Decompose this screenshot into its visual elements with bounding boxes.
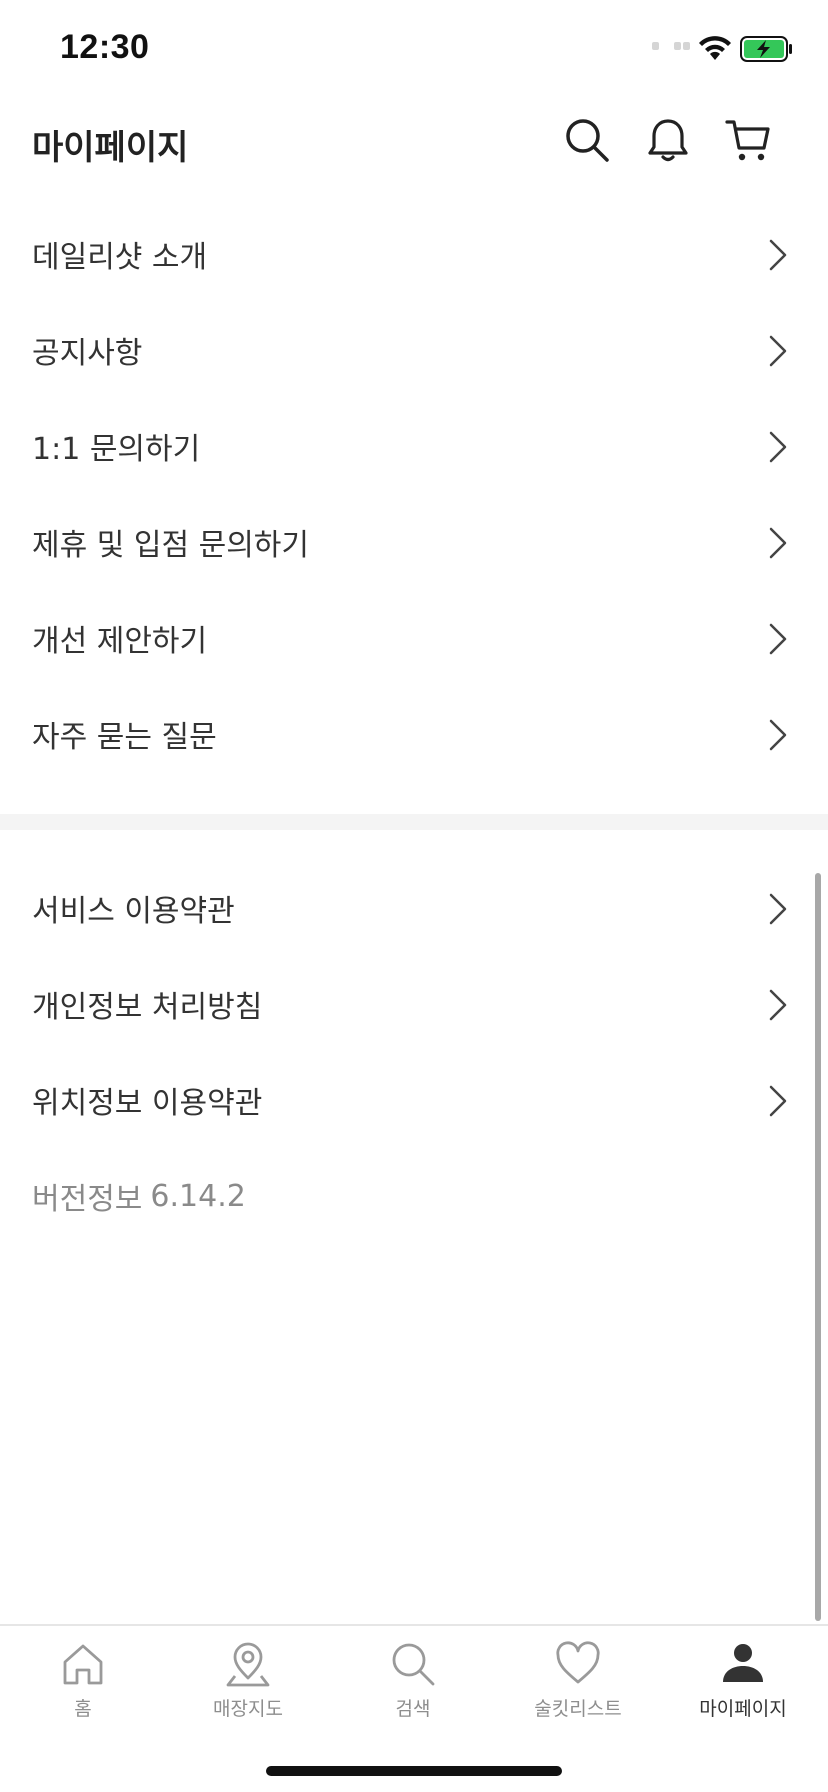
tab-label: 검색 [395,1698,431,1720]
menu-item-label: 공지사항 [32,336,143,371]
menu-item-label: 서비스 이용약관 [32,894,235,929]
menu-item-label: 개인정보 처리방침 [32,990,263,1025]
menu-item-about[interactable]: 데일리샷 소개 [0,206,828,302]
menu-item-notice[interactable]: 공지사항 [0,302,828,398]
menu-item-label: 1:1 문의하기 [32,432,201,467]
chevron-right-icon [769,335,787,367]
chevron-right-icon [769,623,787,655]
version-value: 6.14.2 [150,1178,246,1214]
section-divider [0,814,828,830]
menu-item-label: 데일리샷 소개 [32,240,208,275]
menu-item-suggestion[interactable]: 개선 제안하기 [0,590,828,686]
page-title: 마이페이지 [32,128,189,168]
tab-bucket-list[interactable]: 술킷리스트 [508,1640,648,1740]
tab-label: 술킷리스트 [534,1698,622,1720]
cart-icon[interactable] [724,116,772,164]
menu-item-label: 위치정보 이용약관 [32,1086,263,1121]
tab-label: 마이페이지 [699,1698,787,1720]
menu-item-label: 자주 묻는 질문 [32,720,217,755]
version-info: 버전정보 6.14.2 [0,1148,828,1244]
chevron-right-icon [769,239,787,271]
home-icon [63,1644,103,1685]
map-pin-icon [226,1642,270,1687]
app-header: 마이페이지 [0,100,828,200]
tab-label: 매장지도 [213,1698,283,1720]
search-icon[interactable] [563,116,611,164]
chevron-right-icon [769,989,787,1021]
tab-search[interactable]: 검색 [343,1640,483,1740]
menu-item-privacy-policy[interactable]: 개인정보 처리방침 [0,956,828,1052]
heart-icon [556,1641,600,1684]
search-icon [392,1643,435,1686]
status-time: 12:30 [60,28,150,66]
bell-icon[interactable] [644,116,692,164]
chevron-right-icon [769,527,787,559]
chevron-right-icon [769,719,787,751]
tab-my-page[interactable]: 마이페이지 [673,1640,813,1740]
my-page-screen: 12:30 마이페이지 데일리샷 소개 공지사항 1:1 문의하기 제휴 및 입… [0,0,828,1792]
tab-home[interactable]: 홈 [13,1640,153,1740]
version-label: 버전정보 [32,1182,143,1217]
menu-item-location-terms[interactable]: 위치정보 이용약관 [0,1052,828,1148]
person-icon [723,1644,763,1682]
scrollbar[interactable] [815,873,821,1621]
tab-store-map[interactable]: 매장지도 [178,1640,318,1740]
status-bar: 12:30 [0,0,828,100]
menu-item-partnership-inquiry[interactable]: 제휴 및 입점 문의하기 [0,494,828,590]
menu-item-one-on-one-inquiry[interactable]: 1:1 문의하기 [0,398,828,494]
menu-item-faq[interactable]: 자주 묻는 질문 [0,686,828,782]
chevron-right-icon [769,431,787,463]
menu-group-support: 데일리샷 소개 공지사항 1:1 문의하기 제휴 및 입점 문의하기 개선 제안… [0,206,828,782]
menu-group-legal: 서비스 이용약관 개인정보 처리방침 위치정보 이용약관 버전정보 6.14.2 [0,860,828,1244]
wifi-icon [699,36,731,60]
menu-item-terms-of-service[interactable]: 서비스 이용약관 [0,860,828,956]
menu-item-label: 제휴 및 입점 문의하기 [32,528,310,563]
home-indicator[interactable] [266,1766,562,1776]
menu-item-label: 개선 제안하기 [32,624,208,659]
tab-label: 홈 [74,1698,92,1720]
chevron-right-icon [769,1085,787,1117]
chevron-right-icon [769,893,787,925]
battery-charging-icon [740,36,792,62]
